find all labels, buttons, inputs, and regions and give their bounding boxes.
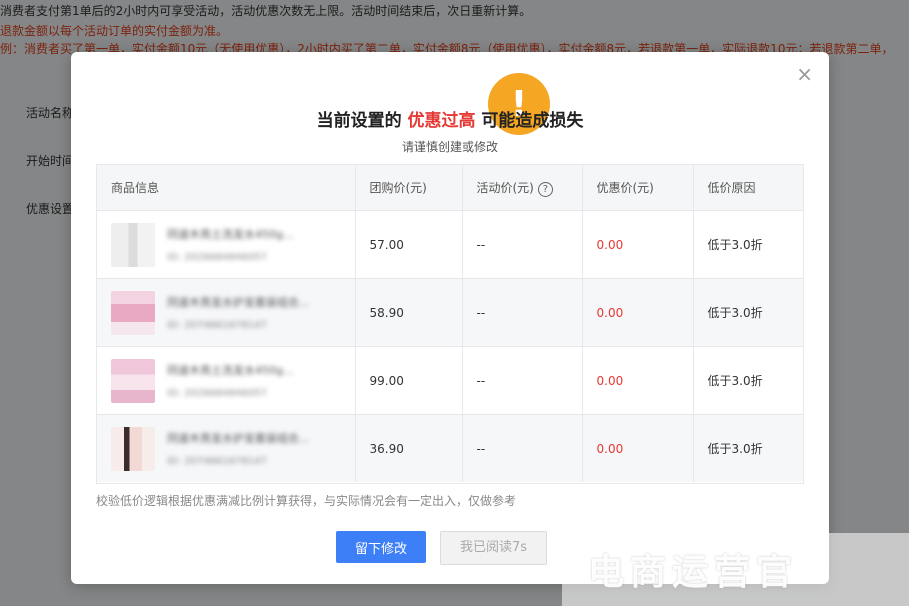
product-id: ID: 2026684846057 [167,252,267,263]
header-activity-price: 活动价(元)? [462,165,583,211]
product-name: 同道木亮发水护发套装组合... [167,296,310,309]
header-low-price-reason: 低价原因 [693,165,803,211]
title-suffix: 可能造成损失 [481,111,584,131]
table-row: 同道木亮土洗发水450g... ID: 2026684846057 99.00 -- 0… [97,346,803,415]
header-group-price: 团购价(元) [355,165,463,211]
table-row: 同道木亮土洗发水450g... ID: 2026684846057 57.00 -- 0… [97,210,803,279]
product-thumbnail [111,358,155,403]
product-table[interactable]: 商品信息 团购价(元) 活动价(元)? 优惠价(元) 低价原因 同道木亮土洗发水… [96,164,804,484]
activity-price-cell: -- [462,278,583,347]
group-price-cell: 58.90 [355,278,463,347]
product-info: 同道木亮土洗发水450g... ID: 2026684846057 [111,358,354,403]
product-cell[interactable]: 同道木亮土洗发水450g... ID: 2026684846057 [97,346,356,415]
low-price-reason-cell: 低于3.0折 [693,346,803,415]
discount-price-cell: 0.00 [582,346,694,415]
help-question-icon[interactable]: ? [537,181,553,197]
product-thumbnail [111,426,155,471]
product-cell[interactable]: 同道木亮土洗发水450g... ID: 2026684846057 [97,210,356,279]
header-activity-price-label: 活动价(元) [476,180,534,195]
header-discount-price: 优惠价(元) [582,165,694,211]
discount-price-cell: 0.00 [582,278,694,347]
dialog-subtitle: 请谨慎创建或修改 [401,140,498,154]
activity-price-cell: -- [462,414,583,482]
low-price-reason-cell: 低于3.0折 [693,210,803,279]
group-price-cell: 36.90 [355,414,463,482]
activity-price-cell: -- [462,210,583,279]
table-row: 同道木亮发水护发套装组合... ID: 2074661678147 36.90 -- 0… [97,414,803,482]
product-text: 同道木亮发水护发套装组合... ID: 2074661678147 [167,294,310,331]
product-thumbnail [111,290,155,335]
activity-price-cell: -- [462,346,583,415]
product-id: ID: 2074661678147 [167,320,267,331]
dialog-title: 当前设置的 优惠过高 可能造成损失 [71,106,829,131]
disclaimer-note: 校验低价逻辑根据优惠满减比例计算获得，与实际情况会有一定出入，仅做参考 [96,494,517,508]
product-name: 同道木亮土洗发水450g... [167,364,294,377]
product-id: ID: 2026684846057 [167,388,267,399]
watermark-text: 电商运营官 [588,551,799,593]
product-text: 同道木亮发水护发套装组合... ID: 2074661678147 [167,430,310,467]
discount-price-cell: 0.00 [582,210,694,279]
low-price-reason-cell: 低于3.0折 [693,278,803,347]
table-header-row: 商品信息 团购价(元) 活动价(元)? 优惠价(元) 低价原因 [97,165,803,211]
close-icon[interactable]: × [796,62,813,86]
product-id: ID: 2074661678147 [167,456,267,467]
read-confirm-label: 我已阅读7s [459,540,528,555]
group-price-cell: 57.00 [355,210,463,279]
low-price-reason-cell: 低于3.0折 [693,414,803,482]
product-info: 同道木亮发水护发套装组合... ID: 2074661678147 [111,426,354,471]
watermark: 电商运营官 [562,533,909,606]
title-prefix: 当前设置的 [316,111,402,131]
product-name: 同道木亮土洗发水450g... [167,228,294,241]
table-row: 同道木亮发水护发套装组合... ID: 2074661678147 58.90 -- 0… [97,278,803,347]
product-text: 同道木亮土洗发水450g... ID: 2026684846057 [167,226,293,263]
warning-badge: ! [477,62,561,146]
header-product-info: 商品信息 [97,165,356,211]
product-info: 同道木亮土洗发水450g... ID: 2026684846057 [111,222,354,267]
discount-price-cell: 0.00 [582,414,694,482]
low-price-warning-dialog: ! × 当前设置的 优惠过高 可能造成损失 请谨慎创建或修改 商品信息 团购价(… [71,52,829,584]
product-info: 同道木亮发水护发套装组合... ID: 2074661678147 [111,290,354,335]
title-highlight: 优惠过高 [407,111,476,131]
product-name: 同道木亮发水护发套装组合... [167,432,310,445]
product-cell[interactable]: 同道木亮发水护发套装组合... ID: 2074661678147 [97,414,356,482]
read-confirm-button: 我已阅读7s [440,531,547,565]
group-price-cell: 99.00 [355,346,463,415]
product-cell[interactable]: 同道木亮发水护发套装组合... ID: 2074661678147 [97,278,356,347]
keep-editing-button[interactable]: 留下修改 [336,531,426,563]
product-text: 同道木亮土洗发水450g... ID: 2026684846057 [167,362,293,399]
product-thumbnail [111,222,155,267]
